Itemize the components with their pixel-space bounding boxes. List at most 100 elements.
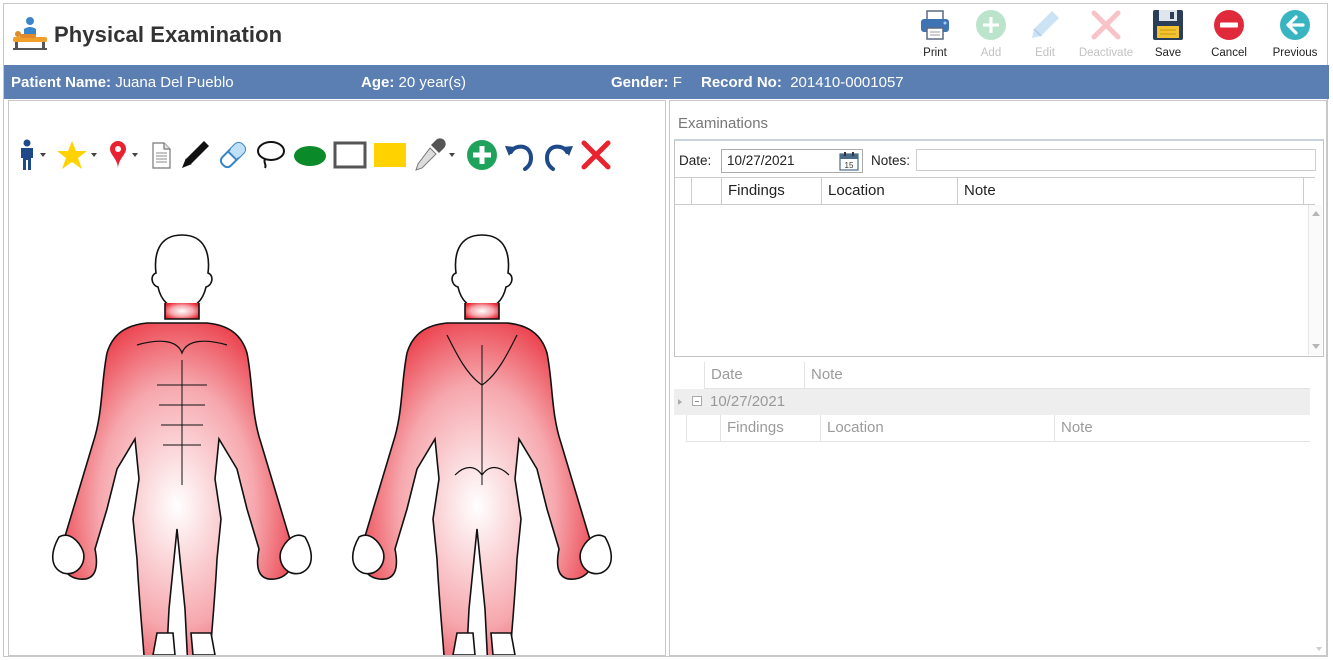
redo-icon: [544, 144, 573, 171]
body-diagram-canvas[interactable]: [37, 185, 637, 655]
chevron-down-icon: [40, 153, 46, 157]
patient-age-label: Age:: [361, 74, 395, 91]
patient-gender: Gender: F: [611, 74, 682, 91]
add-button[interactable]: Add: [965, 6, 1017, 64]
patient-name-value: Juana Del Pueblo: [115, 74, 234, 91]
examinations-title: Examinations: [678, 115, 769, 132]
eraser-tool[interactable]: [216, 138, 250, 172]
minus-circle-icon: [1214, 10, 1244, 40]
findings-grid-body[interactable]: [675, 205, 1303, 355]
clear-tool[interactable]: [579, 138, 613, 172]
color-picker-tool[interactable]: [412, 138, 461, 172]
lasso-icon: [257, 141, 285, 169]
scroll-up-icon[interactable]: [1312, 211, 1320, 216]
patient-name-label: Patient Name:: [11, 74, 112, 91]
add-label: Add: [980, 47, 1002, 59]
physical-examination-window: Physical Examination Print Add Edit Deac…: [3, 3, 1329, 657]
header: Physical Examination Print Add Edit Deac…: [4, 4, 1329, 64]
print-button[interactable]: Print: [905, 6, 965, 64]
examination-entry-panel: Date: 10/27/2021 15 Notes: Findings Loca…: [674, 139, 1324, 357]
scroll-down-icon[interactable]: [1312, 344, 1320, 349]
calendar-icon[interactable]: 15: [839, 151, 859, 171]
ellipse-tool[interactable]: [292, 138, 328, 172]
back-body-figure: [351, 234, 613, 655]
resize-grip-icon[interactable]: [1316, 647, 1322, 651]
front-body-figure: [51, 234, 313, 655]
cancel-label: Cancel: [1211, 47, 1247, 59]
map-pin-icon: [110, 141, 126, 169]
row-arrow-icon: [678, 399, 682, 405]
undo-tool[interactable]: [503, 138, 537, 172]
document-icon: [152, 142, 171, 169]
examinations-pane: Examinations Date: 10/27/2021 15 Notes: …: [669, 100, 1327, 656]
save-button[interactable]: Save: [1139, 6, 1197, 64]
previous-button[interactable]: Previous: [1261, 6, 1329, 64]
edit-button[interactable]: Edit: [1017, 6, 1073, 64]
findings-grid-scrollbar[interactable]: [1308, 205, 1322, 355]
column-filler: [1303, 178, 1316, 205]
patient-age-value: 20 year(s): [398, 74, 467, 91]
patient-gender-value: F: [672, 74, 682, 91]
column-history-note[interactable]: Note: [804, 362, 1310, 388]
patient-age: Age: 20 year(s): [361, 74, 466, 91]
column-findings[interactable]: Findings: [721, 178, 821, 205]
redo-tool[interactable]: [541, 138, 575, 172]
column-history-date[interactable]: Date: [704, 362, 804, 388]
notes-label: Notes:: [871, 153, 911, 168]
row-indicator-column: [691, 178, 721, 205]
history-group-row[interactable]: 10/27/2021: [674, 389, 1310, 415]
column-detail-findings[interactable]: Findings: [720, 415, 820, 441]
patient-record-value: 201410-0001057: [790, 74, 904, 91]
note-tool[interactable]: [148, 139, 174, 171]
eyedropper-icon: [415, 138, 446, 171]
previous-label: Previous: [1272, 47, 1318, 59]
pin-tool[interactable]: [107, 139, 144, 171]
edit-label: Edit: [1035, 47, 1055, 59]
fill-rectangle-tool[interactable]: [372, 138, 408, 172]
history-grid-header: Date Note: [704, 362, 1310, 389]
drawing-toolbar: [17, 137, 617, 173]
plus-circle-icon: [467, 140, 497, 170]
plus-circle-icon: [976, 10, 1006, 40]
chevron-down-icon: [449, 153, 455, 157]
body-figure-tool[interactable]: [17, 139, 52, 171]
svg-text:15: 15: [845, 161, 854, 170]
eraser-icon: [219, 141, 247, 169]
marker-tool[interactable]: [178, 138, 212, 172]
findings-grid-header: Findings Location Note: [675, 177, 1315, 205]
marker-icon: [182, 141, 209, 168]
ellipse-icon: [294, 146, 326, 166]
detail-indicator-column: [686, 415, 720, 441]
column-detail-location[interactable]: Location: [820, 415, 1054, 441]
print-label: Print: [923, 47, 947, 59]
patient-record: Record No: 201410-0001057: [701, 74, 904, 91]
star-tool[interactable]: [56, 139, 103, 171]
arrow-left-circle-icon: [1280, 10, 1310, 40]
star-icon: [57, 141, 87, 169]
patient-info-bar: Patient Name: Juana Del Pueblo Age: 20 y…: [4, 65, 1329, 99]
deactivate-button[interactable]: Deactivate: [1073, 6, 1139, 64]
zoom-in-tool[interactable]: [465, 138, 499, 172]
lasso-tool[interactable]: [254, 138, 288, 172]
patient-gender-label: Gender:: [611, 74, 669, 91]
chevron-down-icon: [132, 153, 138, 157]
column-detail-note[interactable]: Note: [1054, 415, 1310, 441]
column-note[interactable]: Note: [957, 178, 1303, 205]
column-location[interactable]: Location: [821, 178, 957, 205]
undo-icon: [505, 144, 534, 171]
cancel-button[interactable]: Cancel: [1197, 6, 1261, 64]
collapse-icon[interactable]: [692, 396, 702, 406]
date-label: Date:: [679, 153, 712, 168]
printer-icon: [921, 10, 949, 40]
patient-name: Patient Name: Juana Del Pueblo: [11, 74, 234, 91]
body-diagram-pane: [8, 100, 666, 656]
floppy-disk-icon: [1153, 10, 1183, 40]
notes-field[interactable]: [916, 149, 1316, 171]
date-value: 10/27/2021: [727, 153, 795, 168]
deactivate-label: Deactivate: [1078, 47, 1134, 59]
chevron-down-icon: [91, 153, 97, 157]
patient-record-label: Record No:: [701, 74, 782, 91]
main-toolbar: Print Add Edit Deactivate Save Cancel Pr…: [905, 6, 1329, 64]
rectangle-tool[interactable]: [332, 138, 368, 172]
pencil-icon: [1032, 11, 1059, 38]
